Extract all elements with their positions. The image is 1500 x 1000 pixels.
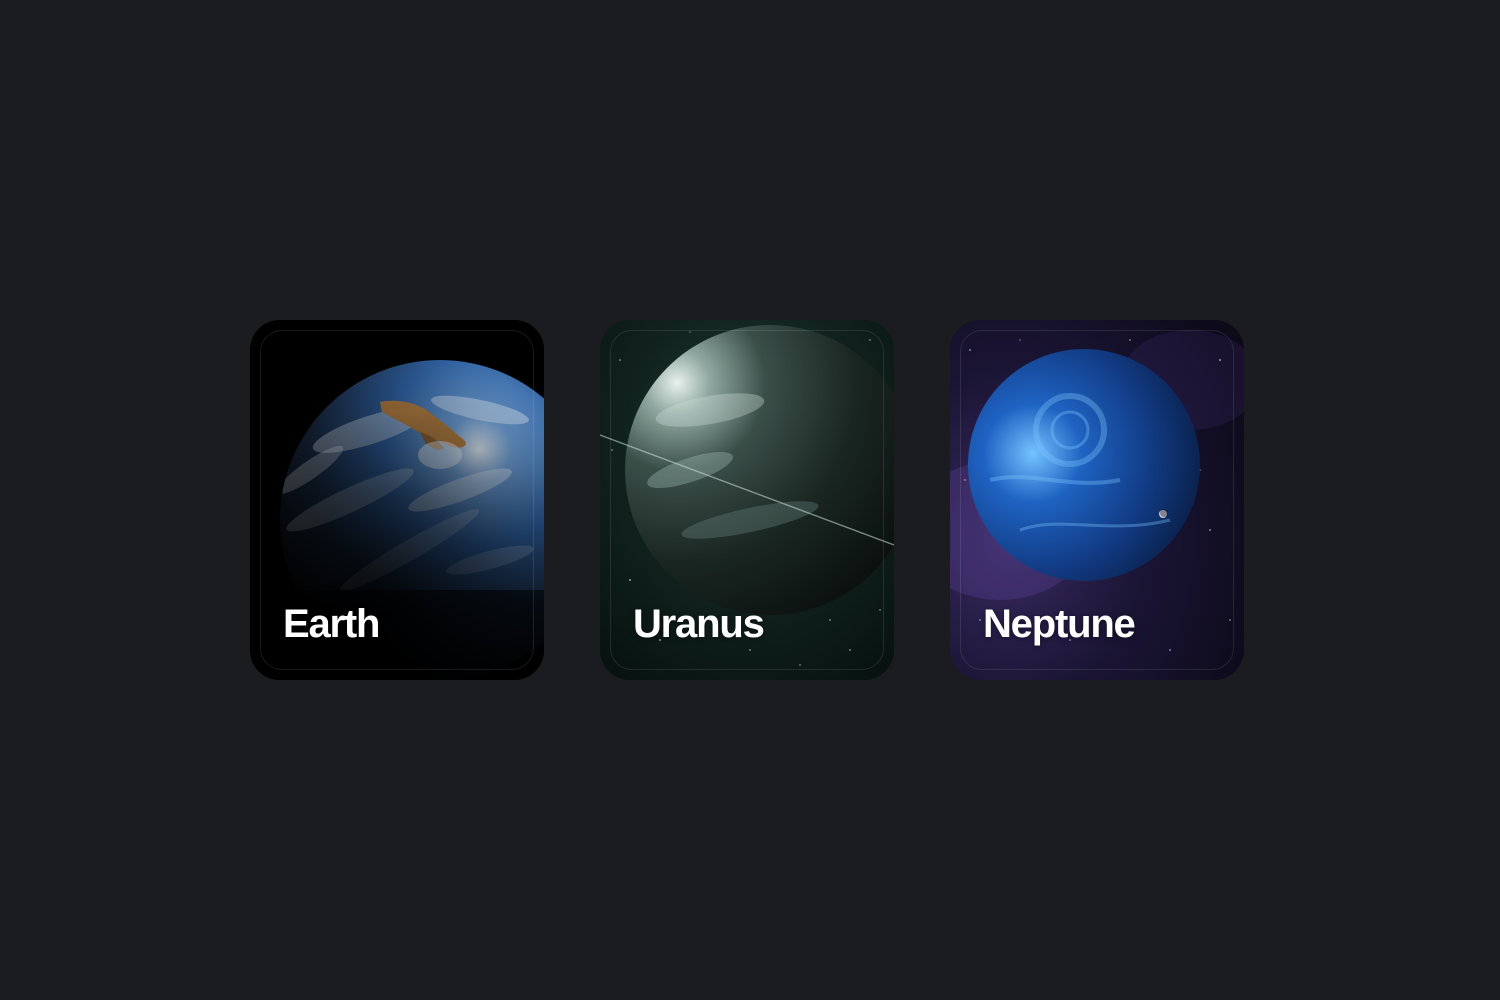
planet-card-neptune[interactable]: Neptune — [950, 320, 1244, 680]
planet-title: Neptune — [983, 602, 1136, 646]
planet-card-earth[interactable]: Earth — [250, 320, 544, 680]
planet-title: Earth — [283, 602, 380, 646]
planet-title: Uranus — [633, 602, 765, 646]
planet-card-grid: Earth Uranus Neptune — [250, 320, 1244, 680]
planet-card-uranus[interactable]: Uranus — [600, 320, 894, 680]
